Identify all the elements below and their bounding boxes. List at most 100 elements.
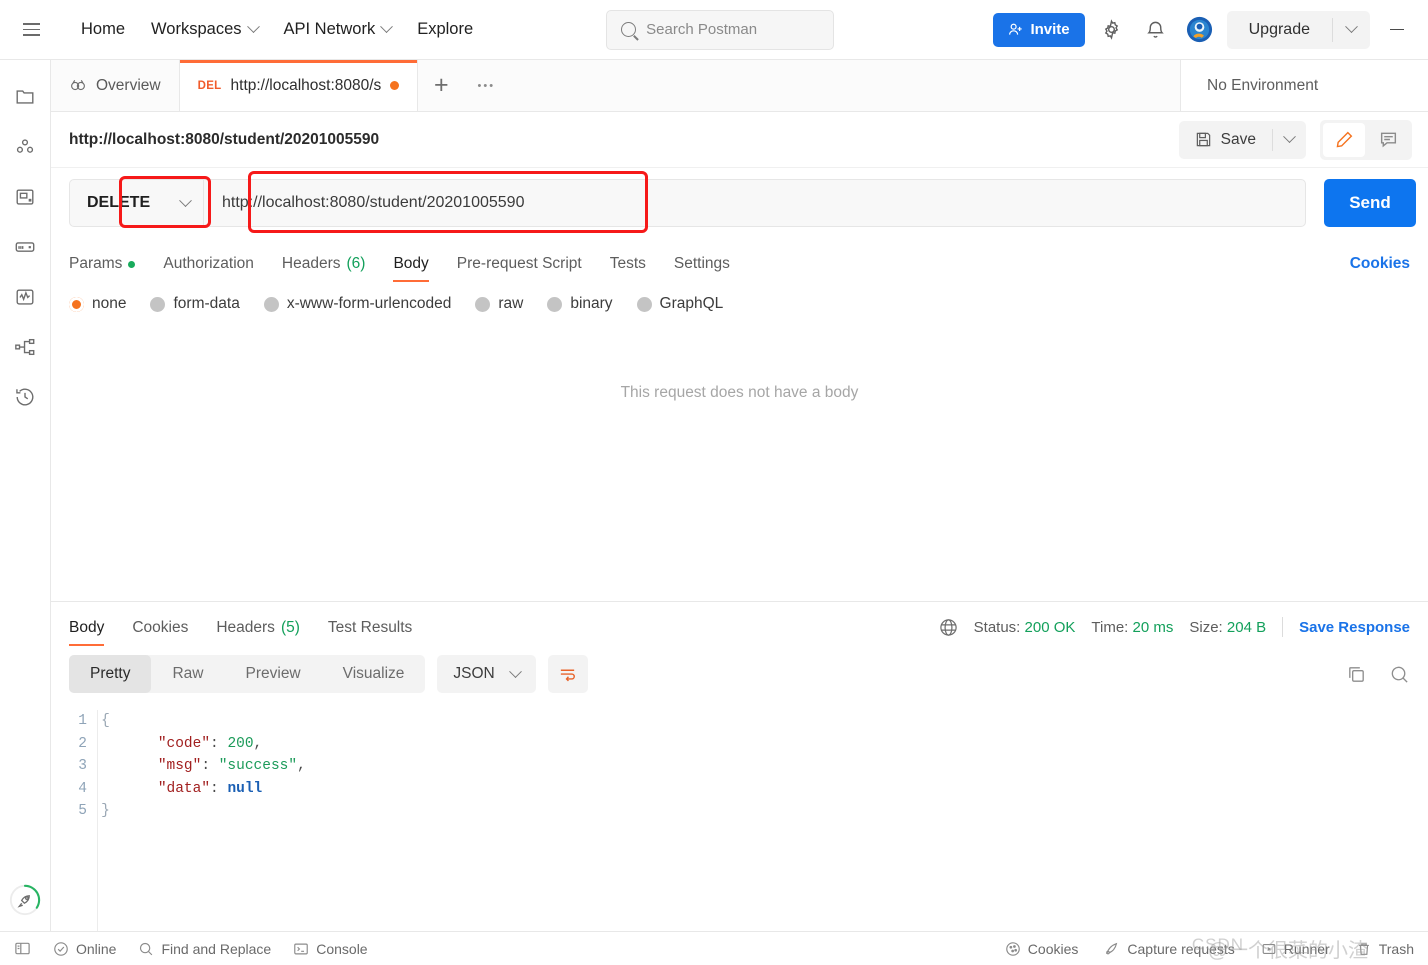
fold-marker[interactable]: } bbox=[98, 800, 113, 823]
code-line: "data": null bbox=[157, 780, 263, 797]
sidebar-item-rocket[interactable] bbox=[5, 881, 45, 931]
fold-marker[interactable] bbox=[98, 778, 113, 801]
sidebar-item-monitors[interactable] bbox=[5, 272, 45, 322]
sidebar-item-apis[interactable] bbox=[5, 222, 45, 272]
radio-none[interactable]: none bbox=[69, 295, 126, 313]
code-fold-column[interactable]: { } bbox=[97, 710, 113, 931]
tab-label: Body bbox=[69, 619, 105, 636]
response-tab-test-results[interactable]: Test Results bbox=[314, 619, 426, 646]
trash-button[interactable]: Trash bbox=[1356, 941, 1414, 957]
tab-params[interactable]: Params bbox=[69, 255, 149, 282]
comment-request-button[interactable] bbox=[1367, 123, 1409, 157]
size-value: 204 B bbox=[1226, 618, 1267, 636]
cookie-icon bbox=[1005, 941, 1020, 956]
online-status[interactable]: Online bbox=[53, 941, 116, 957]
search-input[interactable]: Search Postman bbox=[606, 9, 835, 50]
view-mode-raw[interactable]: Raw bbox=[151, 655, 224, 693]
response-tab-headers[interactable]: Headers (5) bbox=[202, 619, 314, 646]
radio-x-www-form-urlencoded[interactable]: x-www-form-urlencoded bbox=[263, 295, 451, 313]
save-response-button[interactable]: Save Response bbox=[1299, 619, 1410, 636]
save-button[interactable]: Save bbox=[1178, 120, 1306, 159]
hamburger-icon[interactable] bbox=[14, 13, 48, 47]
sidebar-item-collections[interactable] bbox=[5, 72, 45, 122]
user-avatar-icon[interactable] bbox=[1183, 13, 1217, 47]
tab-headers[interactable]: Headers (6) bbox=[268, 255, 380, 282]
bell-icon[interactable] bbox=[1139, 13, 1173, 47]
sidebar-item-environments[interactable] bbox=[5, 122, 45, 172]
tab-body[interactable]: Body bbox=[379, 255, 442, 282]
search-response-button[interactable] bbox=[1389, 664, 1410, 685]
new-tab-button[interactable]: + bbox=[418, 60, 464, 111]
console-button[interactable]: Console bbox=[293, 941, 368, 957]
cookies-link[interactable]: Cookies bbox=[1350, 255, 1410, 282]
sidebar-item-flows[interactable] bbox=[5, 322, 45, 372]
runner-button[interactable]: Runner bbox=[1261, 941, 1330, 957]
tab-settings[interactable]: Settings bbox=[660, 255, 744, 282]
tab-delete-request[interactable]: DEL http://localhost:8080/s bbox=[179, 60, 419, 111]
radio-label: form-data bbox=[173, 295, 240, 312]
fold-marker[interactable]: { bbox=[98, 710, 113, 733]
cookies-button[interactable]: Cookies bbox=[1005, 941, 1078, 957]
upgrade-button[interactable]: Upgrade bbox=[1226, 10, 1370, 49]
http-method-selector[interactable]: DELETE bbox=[69, 179, 203, 227]
search-icon bbox=[621, 22, 637, 37]
capture-requests-button[interactable]: Capture requests bbox=[1104, 941, 1235, 957]
tab-overview[interactable]: Overview bbox=[51, 60, 180, 111]
request-url-input[interactable]: http://localhost:8080/student/2020100559… bbox=[203, 179, 1306, 227]
view-mode-preview[interactable]: Preview bbox=[225, 655, 322, 693]
view-mode-pretty[interactable]: Pretty bbox=[69, 655, 152, 693]
request-url-bar: DELETE http://localhost:8080/student/202… bbox=[51, 168, 1428, 238]
response-tab-cookies[interactable]: Cookies bbox=[118, 619, 202, 646]
tab-more-options-button[interactable]: ••• bbox=[464, 60, 508, 111]
invite-button[interactable]: Invite bbox=[993, 12, 1085, 47]
radio-icon bbox=[69, 296, 84, 312]
tab-authorization[interactable]: Authorization bbox=[149, 255, 267, 282]
nav-label: Workspaces bbox=[151, 20, 242, 38]
word-wrap-button[interactable] bbox=[547, 655, 588, 693]
request-url-value: http://localhost:8080/student/2020100559… bbox=[222, 194, 525, 211]
upgrade-dropdown[interactable] bbox=[1333, 20, 1370, 34]
sidebar-item-history[interactable] bbox=[5, 372, 45, 422]
tab-label: Headers bbox=[281, 255, 341, 272]
sidebar-item-mock-servers[interactable] bbox=[5, 172, 45, 222]
tab-tests[interactable]: Tests bbox=[596, 255, 660, 282]
tab-label: Cookies bbox=[132, 619, 189, 636]
response-format-selector[interactable]: JSON bbox=[437, 655, 536, 693]
radio-graphql[interactable]: GraphQL bbox=[636, 295, 723, 313]
nav-item-workspaces[interactable]: Workspaces bbox=[138, 14, 270, 45]
view-mode-visualize[interactable]: Visualize bbox=[322, 655, 426, 693]
sidebar-toggle-button[interactable] bbox=[14, 940, 31, 957]
app-header: Home Workspaces API Network Explore Sear… bbox=[0, 0, 1428, 60]
environment-label: No Environment bbox=[1207, 76, 1319, 94]
nav-item-home[interactable]: Home bbox=[68, 14, 138, 45]
find-and-replace-button[interactable]: Find and Replace bbox=[138, 941, 271, 957]
tab-label: Body bbox=[393, 255, 429, 272]
find-replace-label: Find and Replace bbox=[161, 940, 272, 957]
size-badge: Size: 204 B bbox=[1189, 619, 1266, 636]
status-value: 200 OK bbox=[1024, 618, 1076, 636]
nav-item-explore[interactable]: Explore bbox=[404, 14, 486, 45]
response-tab-body[interactable]: Body bbox=[69, 619, 118, 646]
radio-raw[interactable]: raw bbox=[475, 295, 523, 313]
nav-item-api-network[interactable]: API Network bbox=[271, 14, 405, 45]
fold-marker[interactable] bbox=[98, 755, 113, 778]
minimize-icon[interactable] bbox=[1380, 13, 1414, 47]
floppy-disk-icon bbox=[1196, 132, 1210, 147]
radio-form-data[interactable]: form-data bbox=[150, 295, 240, 313]
gear-icon[interactable] bbox=[1095, 13, 1129, 47]
monitor-icon bbox=[16, 289, 34, 305]
size-label: Size: bbox=[1189, 618, 1223, 636]
flows-icon bbox=[15, 338, 35, 356]
save-dropdown-button[interactable] bbox=[1273, 130, 1306, 144]
rocket-icon bbox=[9, 884, 41, 916]
edit-request-button[interactable] bbox=[1323, 122, 1365, 157]
radio-label: binary bbox=[570, 295, 613, 312]
fold-marker[interactable] bbox=[98, 733, 113, 756]
send-button[interactable]: Send bbox=[1324, 179, 1416, 227]
environment-selector[interactable]: No Environment bbox=[1180, 60, 1428, 111]
radio-binary[interactable]: binary bbox=[547, 295, 613, 313]
radio-label: none bbox=[92, 295, 127, 312]
tab-pre-request-script[interactable]: Pre-request Script bbox=[443, 255, 596, 282]
copy-response-button[interactable] bbox=[1346, 664, 1367, 685]
response-body-code[interactable]: 1 2 3 4 5 { } "code": 200, "msg": "success",… bbox=[51, 702, 1428, 931]
